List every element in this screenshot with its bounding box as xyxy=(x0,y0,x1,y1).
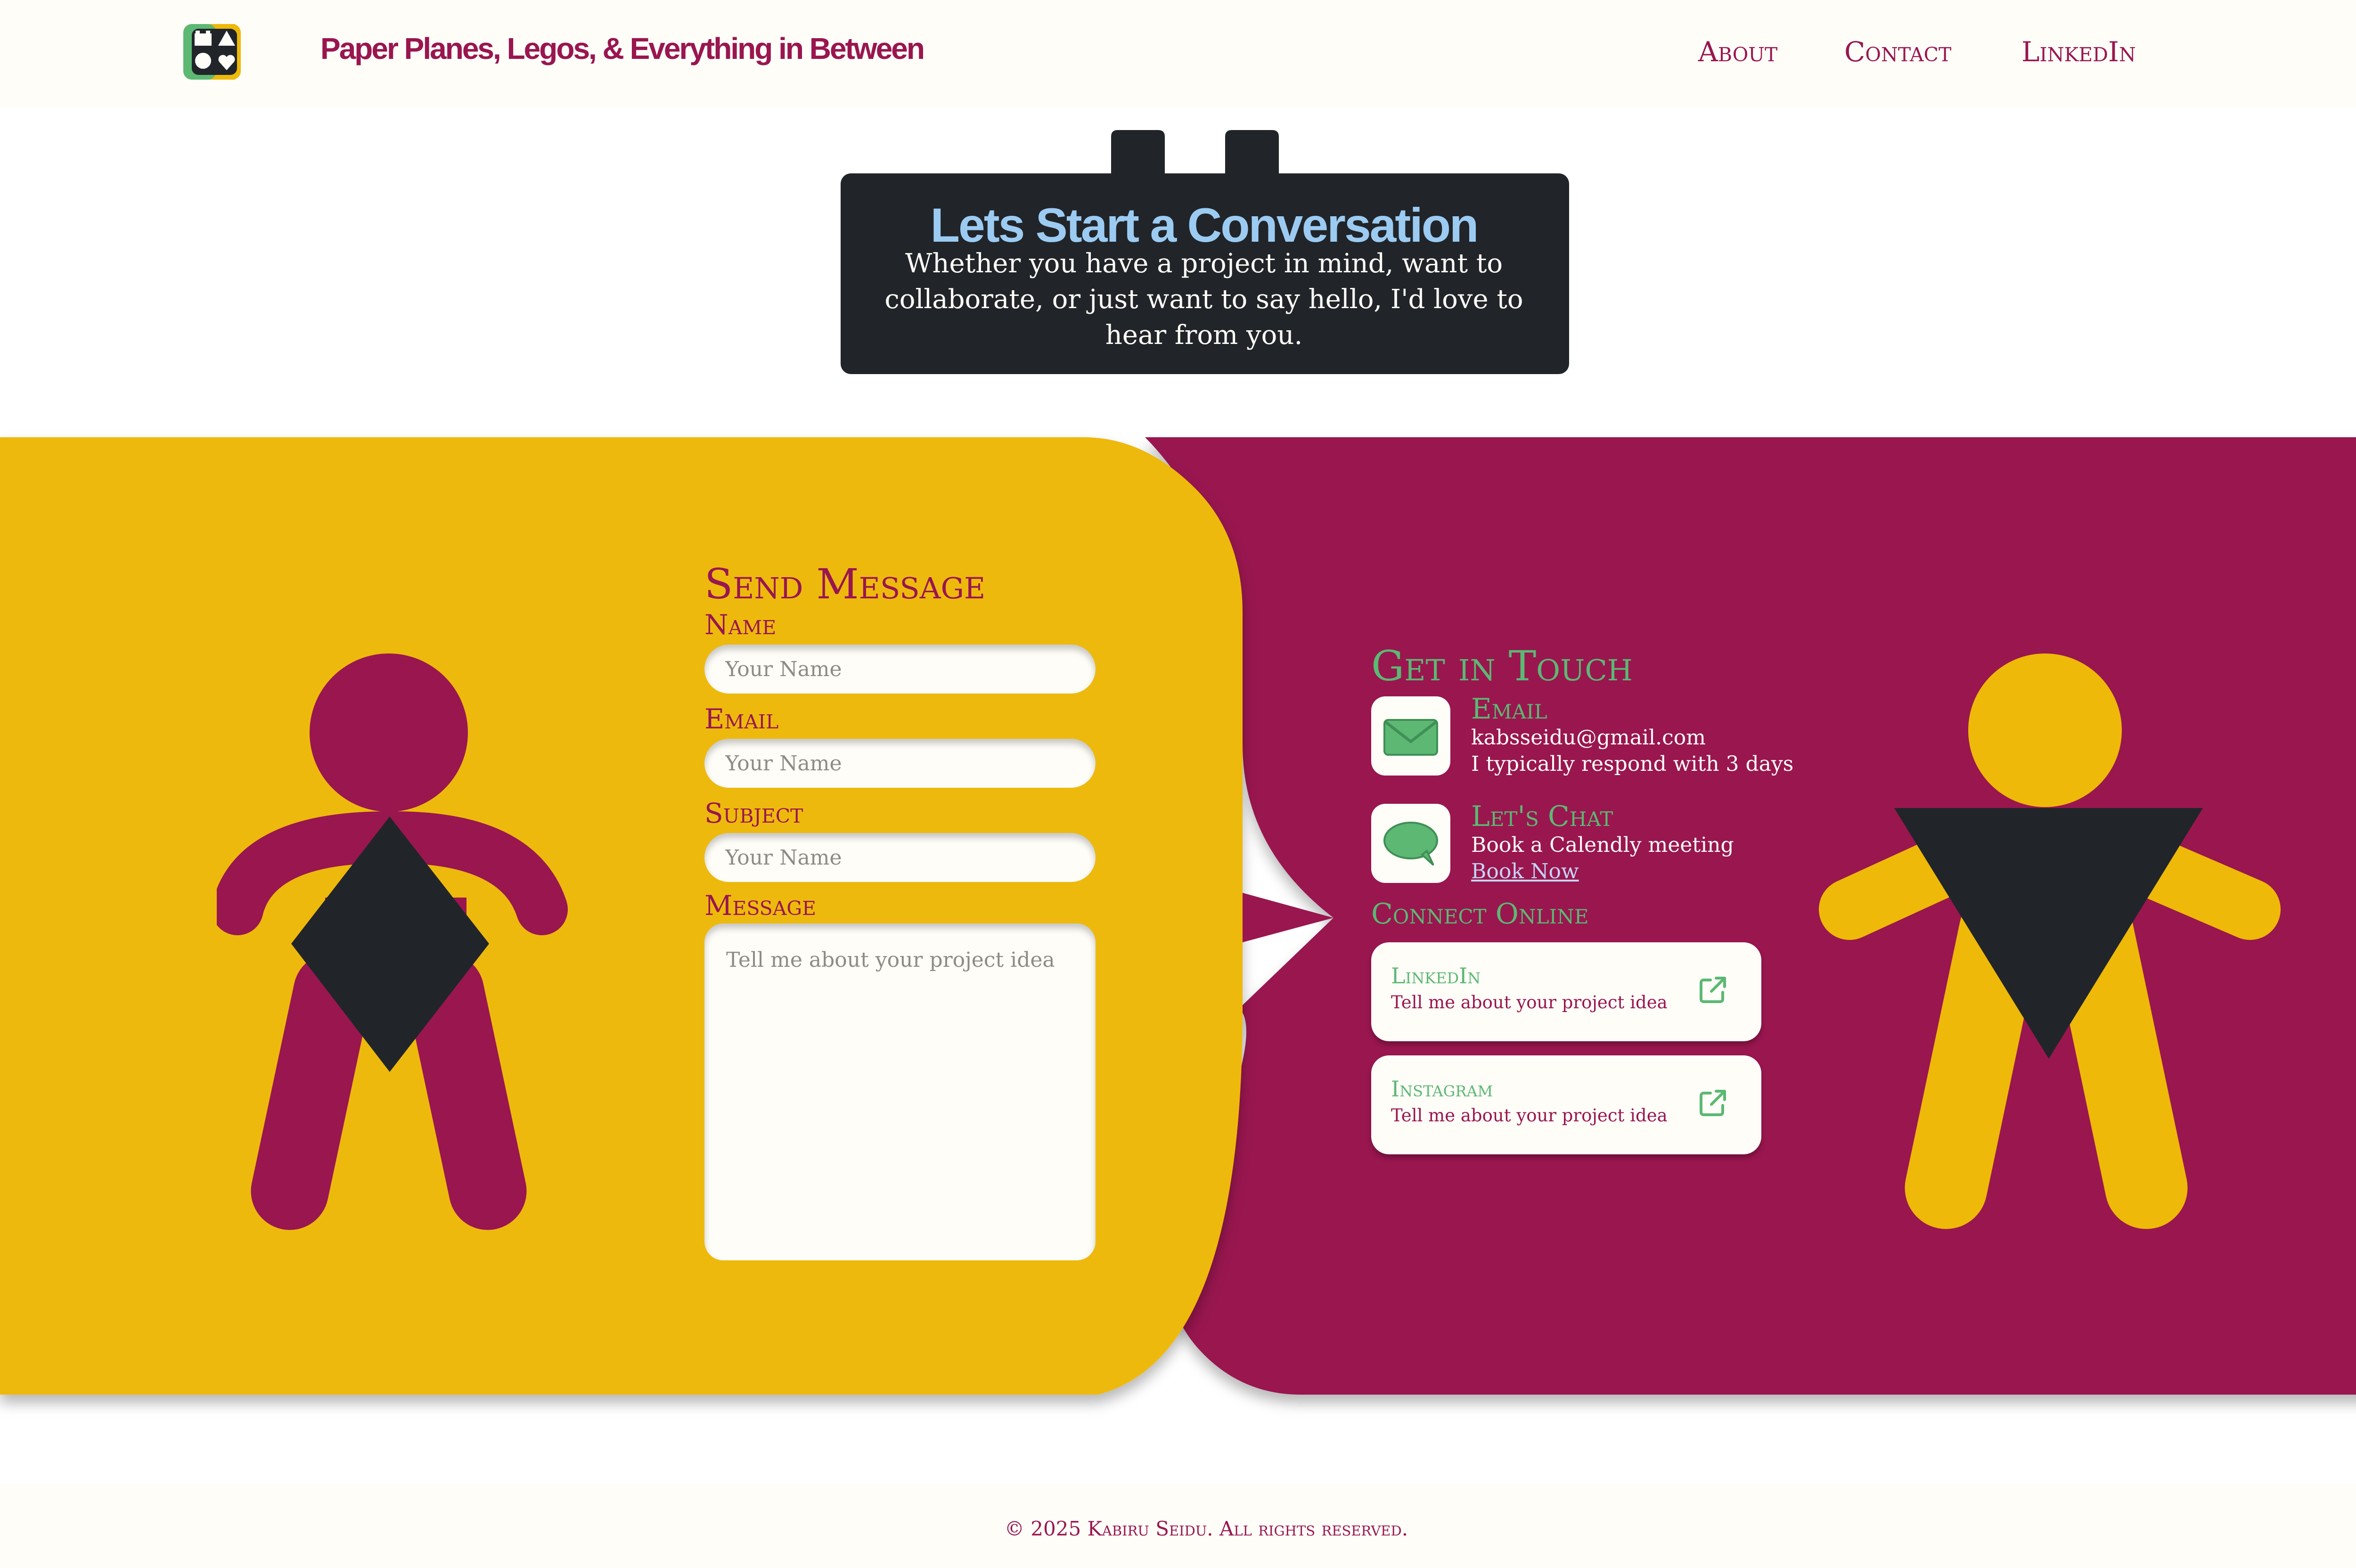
envelope-icon xyxy=(1383,719,1438,756)
lets-chat-title: Let's Chat xyxy=(1471,800,1613,833)
person-diamond-illustration xyxy=(217,653,568,1230)
name-input[interactable] xyxy=(704,645,1096,694)
name-label: Name xyxy=(704,609,777,641)
message-label: Message xyxy=(704,890,817,922)
instagram-card-title: Instagram xyxy=(1391,1076,1493,1102)
message-textarea[interactable] xyxy=(704,923,1096,1260)
subject-label: Subject xyxy=(704,797,803,829)
email-tile xyxy=(1371,696,1450,776)
person-triangle-illustration xyxy=(1819,653,2281,1229)
book-now-wrapper: Book Now xyxy=(1471,859,1579,883)
email-label: Email xyxy=(704,703,779,735)
book-now-link[interactable]: Book Now xyxy=(1471,859,1579,883)
linkedin-card[interactable]: LinkedIn Tell me about your project idea xyxy=(1371,942,1761,1041)
email-title: Email xyxy=(1471,693,1547,726)
subject-input[interactable] xyxy=(704,833,1096,882)
calendly-note: Book a Calendly meeting xyxy=(1471,833,1734,857)
copyright-text: © 2025 Kabiru Seidu. All rights reserved… xyxy=(1004,1517,1408,1540)
send-message-title: Send Message xyxy=(704,560,986,608)
email-input[interactable] xyxy=(704,739,1096,788)
site-footer: © 2025 Kabiru Seidu. All rights reserved… xyxy=(0,1484,2356,1568)
linkedin-card-title: LinkedIn xyxy=(1391,963,1481,988)
get-in-touch-title: Get in Touch xyxy=(1371,642,1633,690)
external-link-icon[interactable] xyxy=(1697,974,1728,1005)
email-response-note: I typically respond with 3 days xyxy=(1471,752,1794,776)
speech-bubble-icon xyxy=(1383,822,1438,866)
email-address[interactable]: kabsseidu@gmail.com xyxy=(1471,726,1706,750)
instagram-card[interactable]: Instagram Tell me about your project ide… xyxy=(1371,1055,1761,1154)
external-link-icon[interactable] xyxy=(1697,1087,1728,1119)
connect-online-title: Connect Online xyxy=(1371,898,1589,931)
linkedin-card-subtitle: Tell me about your project idea xyxy=(1391,992,1668,1013)
instagram-card-subtitle: Tell me about your project idea xyxy=(1391,1105,1668,1126)
chat-tile xyxy=(1371,804,1450,883)
